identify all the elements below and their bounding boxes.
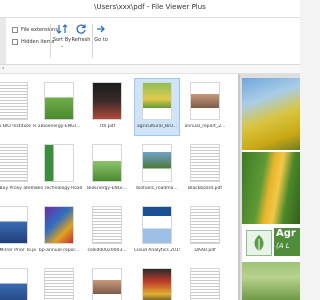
breadcrumb[interactable]: ‹ [0, 65, 300, 74]
file-name: biofuels_roadma... [136, 186, 178, 191]
go-to-arrow-icon [97, 25, 105, 33]
refresh-label: Refresh [71, 37, 91, 43]
file-name: Blackboard.pdf [188, 186, 222, 191]
sort-icon [56, 24, 68, 34]
leaf-icon [254, 235, 264, 251]
file-name: ced Buy Proxy atement.pdf [0, 186, 36, 191]
title-bar: \Users\xxx\pdf - File Viewer Plus [0, 0, 300, 18]
file-thumbnail[interactable] [44, 144, 74, 182]
preview-banner-title: Agr [276, 228, 296, 239]
go-to-button[interactable]: Go to [91, 23, 111, 43]
file-name: 7th.pdf [98, 124, 116, 129]
ribbon-left-edge [0, 18, 6, 64]
file-thumbnail[interactable] [0, 144, 28, 182]
file-thumbnail[interactable] [190, 206, 220, 244]
chevron-down-icon: ⌄ [59, 43, 65, 49]
window-title: \Users\xxx\pdf - File Viewer Plus [94, 3, 206, 11]
file-name: Cloud Analytics 2015.pdf [134, 248, 180, 253]
preview-photo-field [242, 262, 300, 300]
file-name: nce Mirror Prior To.pdf [0, 248, 36, 253]
preview-banner: Agr (A L [242, 226, 300, 258]
file-thumbnail[interactable] [92, 268, 122, 300]
preview-document: Agr (A L [242, 78, 300, 300]
refresh-icon [76, 24, 86, 34]
file-name: BioEnergy-ENGl... [87, 186, 127, 191]
ribbon-separator [50, 24, 51, 58]
file-name: bp-annual-repor... [38, 248, 80, 253]
file-thumbnail[interactable] [92, 144, 122, 182]
file-thumbnail[interactable] [92, 206, 122, 244]
checkbox-box[interactable] [12, 39, 18, 45]
file-thumbnail[interactable] [142, 144, 172, 182]
file-name: agricultural_BiO... [136, 124, 177, 129]
file-thumbnail[interactable] [190, 144, 220, 182]
file-thumbnail[interactable] [0, 206, 28, 244]
file-thumbnail[interactable] [190, 82, 220, 120]
file-grid: 2016 BIO Institute Te...2Bioenergy-ENGl.… [0, 74, 238, 300]
chevron-left-icon[interactable]: ‹ [2, 65, 4, 72]
hidden-items-checkbox[interactable]: Hidden items [12, 39, 54, 45]
file-thumbnail[interactable] [0, 82, 28, 120]
ribbon-toolbar: File extensions Hidden items Sort By ⌄ R… [0, 18, 300, 65]
file-thumbnail[interactable] [44, 206, 74, 244]
file-name: Bio Technology Roadmap.pdf [36, 186, 82, 191]
preview-logo [246, 230, 272, 256]
preview-photo-corn [242, 152, 300, 224]
file-name: annual_report_2... [184, 124, 226, 129]
file-name: DAAR.pdf [194, 248, 216, 253]
file-name: cellid00020003... [87, 248, 127, 253]
preview-photo-rapeseed [242, 78, 300, 150]
file-thumbnail[interactable] [0, 268, 28, 300]
file-thumbnail[interactable] [190, 268, 220, 300]
refresh-button[interactable]: Refresh [71, 23, 91, 43]
file-thumbnail[interactable] [92, 82, 122, 120]
file-thumbnail[interactable] [44, 82, 74, 120]
sort-by-button[interactable]: Sort By ⌄ [52, 23, 72, 49]
file-thumbnail[interactable] [142, 268, 172, 300]
file-name: 2Bioenergy-ENGl... [37, 124, 81, 129]
file-thumbnail[interactable] [142, 82, 172, 120]
preview-pane: Agr (A L [240, 74, 300, 300]
preview-banner-text: Agr (A L [274, 228, 300, 256]
preview-banner-subtitle: (A L [276, 242, 290, 250]
file-name: 2016 BIO Institute Te... [0, 124, 36, 129]
go-to-label: Go to [94, 37, 108, 43]
file-thumbnail[interactable] [44, 268, 74, 300]
file-thumbnail[interactable] [142, 206, 172, 244]
checkbox-box[interactable] [12, 27, 18, 33]
